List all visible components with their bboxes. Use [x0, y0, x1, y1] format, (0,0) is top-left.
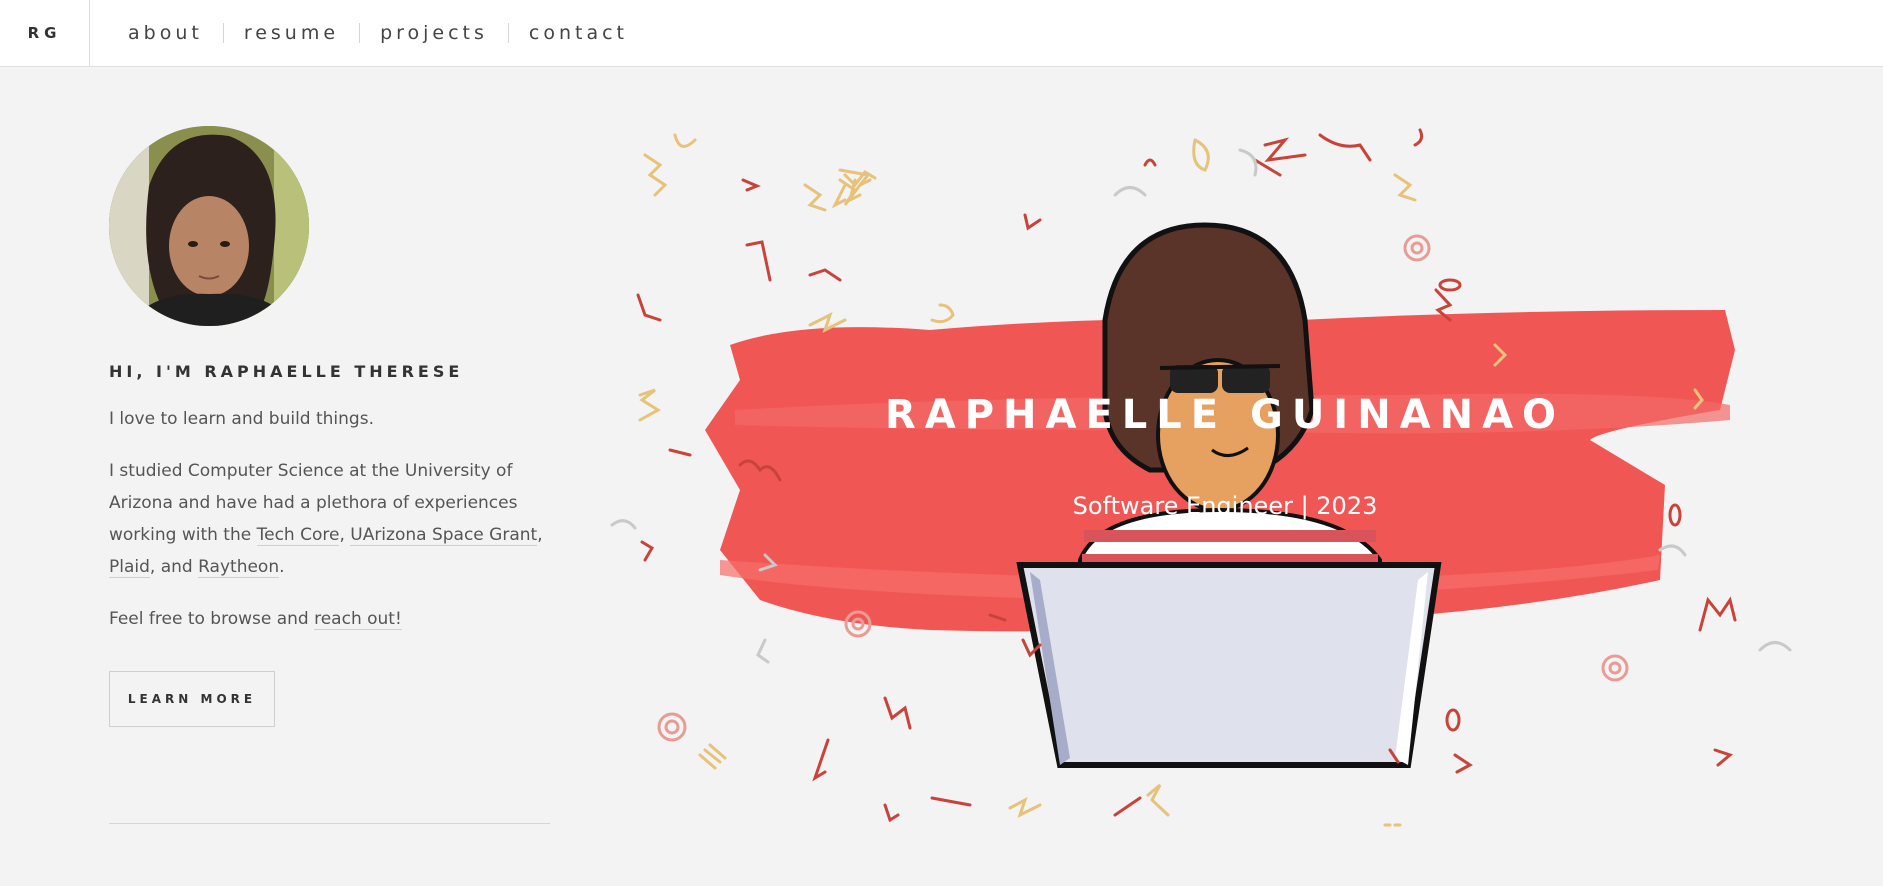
profile-photo-illustration: [109, 126, 309, 326]
intro-contact-paragraph: Feel free to browse and reach out!: [109, 603, 549, 635]
hero-subtitle: Software Engineer | 2023: [1072, 492, 1378, 520]
profile-photo: [109, 126, 309, 326]
hero-section: RAPHAELLE GUINANAO Software Engineer | 2…: [600, 110, 1800, 850]
nav-item-projects[interactable]: projects: [360, 23, 509, 43]
nav-item-resume[interactable]: resume: [224, 23, 361, 43]
intro-heading: HI, I'M RAPHAELLE THERESE: [109, 362, 464, 381]
top-nav-bar: RG about resume projects contact: [0, 0, 1883, 67]
nav-item-about[interactable]: about: [108, 23, 224, 43]
intro-line: I love to learn and build things.: [109, 409, 374, 429]
link-raytheon[interactable]: Raytheon: [198, 557, 280, 578]
nav-item-contact[interactable]: contact: [509, 23, 648, 43]
and-text: , and: [149, 557, 199, 577]
link-reach-out[interactable]: reach out!: [314, 609, 402, 630]
period-text: .: [279, 557, 285, 577]
learn-more-button[interactable]: LEARN MORE: [109, 671, 275, 727]
comma-text: ,: [339, 525, 345, 545]
hero-title: RAPHAELLE GUINANAO: [884, 392, 1566, 438]
link-space-grant[interactable]: UArizona Space Grant: [350, 525, 538, 546]
comma-text: ,: [537, 525, 543, 545]
hero-illustration: [610, 128, 1792, 827]
intro-experience-paragraph: I studied Computer Science at the Univer…: [109, 455, 549, 583]
browse-text: Feel free to browse and: [109, 609, 315, 629]
laptop: [1016, 562, 1442, 768]
intro-section: HI, I'M RAPHAELLE THERESE I love to lear…: [109, 126, 549, 727]
brand-logo[interactable]: RG: [0, 0, 90, 66]
link-plaid[interactable]: Plaid: [109, 557, 150, 578]
section-divider: [109, 823, 550, 824]
link-tech-core[interactable]: Tech Core: [256, 525, 340, 546]
nav-menu: about resume projects contact: [90, 23, 648, 43]
